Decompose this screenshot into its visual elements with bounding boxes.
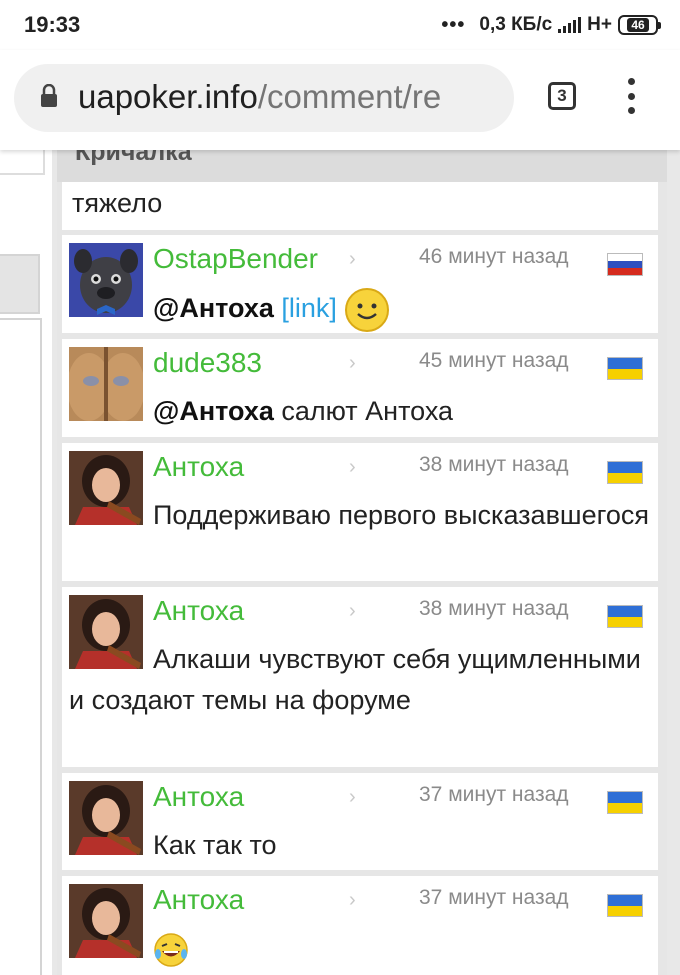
overflow-menu-icon[interactable] [622,78,640,114]
smile-emoji [345,288,390,332]
battery-icon: 46 [618,15,661,35]
comment-text: @Антоха салют Антоха [69,391,649,432]
url-host: uapoker.info [78,78,258,115]
comment-text [69,928,649,969]
mention[interactable]: @Антоха [153,293,274,323]
previous-message-text: тяжело [72,188,163,218]
mention[interactable]: @Антоха [153,396,274,426]
chevron-right-icon: › [349,786,356,808]
shoutbox-panel: Кричалка тяжело OstapBender › 46 минут н… [57,140,667,975]
laughing-tears-emoji [154,933,188,967]
comment-time: 37 минут назад [419,783,569,806]
russia-flag-icon [607,253,643,276]
status-time: 19:33 [24,12,81,37]
tabs-button[interactable]: 3 [548,82,576,110]
left-column-header [0,254,40,314]
chevron-right-icon: › [349,600,356,622]
status-indicators: ••• 0,3 КБ/с H+ 46 [441,12,661,38]
comment-author[interactable]: Антоха [153,595,244,627]
comment-text: Поддерживаю первого высказавшегося [153,500,649,530]
comment-text: Как так то [153,830,277,860]
previous-message: тяжело [62,182,658,230]
chevron-right-icon: › [349,352,356,374]
comment-time: 46 минут назад [419,245,569,268]
comment-item: Антоха › 37 минут назад [62,876,658,975]
network-type: H+ [587,14,612,35]
browser-toolbar: uapoker.info/comment/re 3 [0,50,680,150]
notification-dots-icon: ••• [441,13,466,36]
comment-author[interactable]: Антоха [153,884,244,916]
comment-author[interactable]: OstapBender [153,243,318,275]
chevron-right-icon: › [349,248,356,270]
lock-icon [41,84,57,107]
ukraine-flag-icon [607,357,643,380]
comment-text: Алкаши чувствуют себя ущимленными и созд… [69,644,641,715]
url-text[interactable]: uapoker.info/comment/re [78,78,441,116]
comment-item: dude383 › 45 минут назад @Антоха салют А… [62,339,658,437]
comment-time: 38 минут назад [419,453,569,476]
ukraine-flag-icon [607,605,643,628]
chevron-right-icon: › [349,456,356,478]
comment-author[interactable]: Антоха [153,781,244,813]
tab-count: 3 [557,86,567,105]
chevron-right-icon: › [349,889,356,911]
url-path: /comment/re [257,78,442,115]
status-bar: 19:33 ••• 0,3 КБ/с H+ 46 [0,0,680,50]
comment-time: 38 минут назад [419,597,569,620]
address-bar[interactable]: uapoker.info/comment/re [14,64,514,132]
comment-time: 37 минут назад [419,886,569,909]
comment-item: Антоха › 37 минут назад Как так то [62,773,658,870]
signal-strength-icon [558,17,582,33]
comment-text-content: салют Антоха [273,396,454,426]
network-speed: 0,3 КБ/с [479,14,553,35]
comment-time: 45 минут назад [419,349,569,372]
comment-author[interactable]: Антоха [153,451,244,483]
comment-text: @Антоха [link] [69,287,649,333]
battery-level: 46 [627,18,649,32]
comment-link[interactable]: [link] [281,293,337,323]
comment-item: Антоха › 38 минут назад Поддерживаю перв… [62,443,658,581]
ukraine-flag-icon [607,791,643,814]
comment-item: Антоха › 38 минут назад Алкаши чувствуют… [62,587,658,767]
left-column-box [0,150,45,175]
left-column-box [0,318,42,975]
ukraine-flag-icon [607,894,643,917]
ukraine-flag-icon [607,461,643,484]
comment-item: OstapBender › 46 минут назад @Антоха [li… [62,235,658,333]
comment-author[interactable]: dude383 [153,347,262,379]
